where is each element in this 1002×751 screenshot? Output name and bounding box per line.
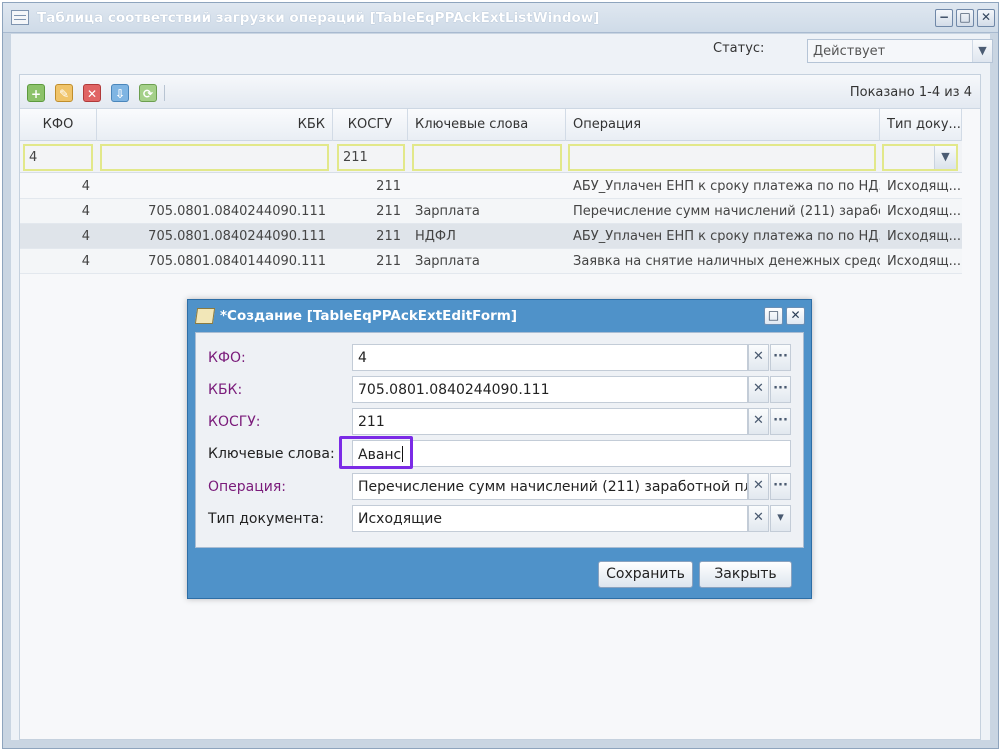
cell-kbk: 705.0801.0840244090.111 [148,229,326,244]
cell-operation: АБУ_Уплачен ЕНП к сроку платежа по по НД… [573,229,880,244]
edit-dialog: *Создание [TableEqPPAckExtEditForm] □ ✕ … [187,299,812,599]
cell-operation: АБУ_Уплачен ЕНП к сроку платежа по по НД… [573,179,880,194]
keywords-input[interactable]: Аванс [352,440,791,467]
column-header-kosgu[interactable]: КОСГУ [333,109,408,141]
cell-kbk [97,174,333,199]
edit-icon[interactable]: ✎ [55,84,73,102]
filter-operation-input[interactable] [568,144,876,171]
cell-keywords: Зарплата [415,204,480,219]
window-title: Таблица соответствий загрузки операций [… [37,10,600,26]
cell-operation: Заявка на снятие наличных денежных средс… [573,254,880,269]
operation-field[interactable]: Перечисление сумм начислений (211) зараб… [352,473,748,500]
cell-kfo: 4 [81,204,90,219]
table-row[interactable]: 4 705.0801.0840244090.111 211 Зарплата П… [20,199,962,224]
table-row-selected[interactable]: 4 705.0801.0840244090.111 211 НДФЛ АБУ_У… [20,224,962,249]
toolbar-divider [164,85,165,101]
dialog-close-button[interactable]: ✕ [786,307,805,325]
dialog-title: *Создание [TableEqPPAckExtEditForm] [220,308,517,324]
doc-type-clear-button[interactable]: ✕ [748,505,769,532]
cell-kfo: 4 [81,179,90,194]
cell-keywords: Зарплата [415,254,480,269]
cell-keywords: НДФЛ [415,229,456,244]
operation-select-button[interactable]: ··· [770,473,791,500]
cell-kfo: 4 [81,229,90,244]
filter-kosgu-input[interactable]: 211 [337,144,405,171]
chevron-down-icon[interactable]: ▼ [934,146,956,169]
kbk-select-button[interactable]: ··· [770,376,791,403]
filter-keywords-input[interactable] [412,144,562,171]
keywords-value: Аванс [358,447,402,463]
cell-kfo: 4 [81,254,90,269]
dialog-form: КФО: 4 ✕ ··· КБК: 705.0801.0840244090.11… [195,332,804,548]
maximize-button[interactable]: □ [956,9,974,27]
kosgu-label[interactable]: КОСГУ: [208,414,261,430]
cell-doc-type: Исходящ... [887,229,961,244]
minimize-button[interactable]: − [935,9,953,27]
table-row[interactable]: 4 705.0801.0840144090.111 211 Зарплата З… [20,249,962,274]
add-icon[interactable]: + [27,84,45,102]
filter-row: 4 211 ▼ [20,141,962,173]
keywords-label: Ключевые слова: [208,446,335,462]
export-icon[interactable]: ⇩ [111,84,129,102]
kfo-select-button[interactable]: ··· [770,344,791,371]
kfo-label[interactable]: КФО: [208,350,246,366]
column-header-kfo[interactable]: КФО [20,109,97,141]
operation-label[interactable]: Операция: [208,479,286,495]
status-value: Действует [813,44,886,59]
cell-keywords [408,174,566,199]
kosgu-clear-button[interactable]: ✕ [748,408,769,435]
kosgu-select-button[interactable]: ··· [770,408,791,435]
dialog-maximize-button[interactable]: □ [764,307,783,325]
close-dialog-button[interactable]: Закрыть [699,561,792,588]
save-button[interactable]: Сохранить [598,561,693,588]
column-header-operation[interactable]: Операция [566,109,880,141]
doc-type-label: Тип документа: [208,511,325,527]
cell-doc-type: Исходящ... [887,204,961,219]
chevron-down-icon[interactable]: ▾ [770,505,791,532]
status-label: Статус: [713,41,765,56]
cell-kbk: 705.0801.0840244090.111 [148,204,326,219]
filter-doc-type-select[interactable]: ▼ [882,144,958,171]
refresh-icon[interactable]: ⟳ [139,84,157,102]
cell-doc-type: Исходящ... [887,179,961,194]
grid-toolbar: + ✎ ✕ ⇩ ⟳ Показано 1-4 из 4 [20,75,980,109]
filter-kbk-input[interactable] [100,144,329,171]
close-button[interactable]: ✕ [977,9,995,27]
cell-doc-type: Исходящ... [887,254,961,269]
doc-type-select[interactable]: Исходящие [352,505,748,532]
text-caret [402,446,404,462]
kbk-field[interactable]: 705.0801.0840244090.111 [352,376,748,403]
kfo-clear-button[interactable]: ✕ [748,344,769,371]
grid-header: КФО КБК КОСГУ Ключевые слова Операция Ти… [20,109,962,141]
operation-clear-button[interactable]: ✕ [748,473,769,500]
table-icon [11,10,29,25]
column-header-keywords[interactable]: Ключевые слова [408,109,566,141]
pencil-icon [194,308,216,324]
kosgu-field[interactable]: 211 [352,408,748,435]
cell-kosgu: 211 [376,204,401,219]
filter-kfo-input[interactable]: 4 [23,144,93,171]
kbk-clear-button[interactable]: ✕ [748,376,769,403]
chevron-down-icon[interactable]: ▼ [972,40,992,62]
column-header-doc-type[interactable]: Тип доку... [880,109,962,141]
window-title-bar[interactable]: Таблица соответствий загрузки операций [… [3,3,998,33]
delete-icon[interactable]: ✕ [83,84,101,102]
table-row[interactable]: 4 211 АБУ_Уплачен ЕНП к сроку платежа по… [20,174,962,199]
cell-kosgu: 211 [376,179,401,194]
dialog-title-bar[interactable]: *Создание [TableEqPPAckExtEditForm] □ ✕ [188,300,811,332]
status-select[interactable]: Действует ▼ [807,39,993,63]
paging-info: Показано 1-4 из 4 [849,85,972,100]
cell-kbk: 705.0801.0840144090.111 [148,254,326,269]
cell-kosgu: 211 [376,229,401,244]
cell-operation: Перечисление сумм начислений (211) зараб… [573,204,880,219]
column-header-kbk[interactable]: КБК [97,109,333,141]
cell-kosgu: 211 [376,254,401,269]
kbk-label[interactable]: КБК: [208,382,242,398]
kfo-field[interactable]: 4 [352,344,748,371]
